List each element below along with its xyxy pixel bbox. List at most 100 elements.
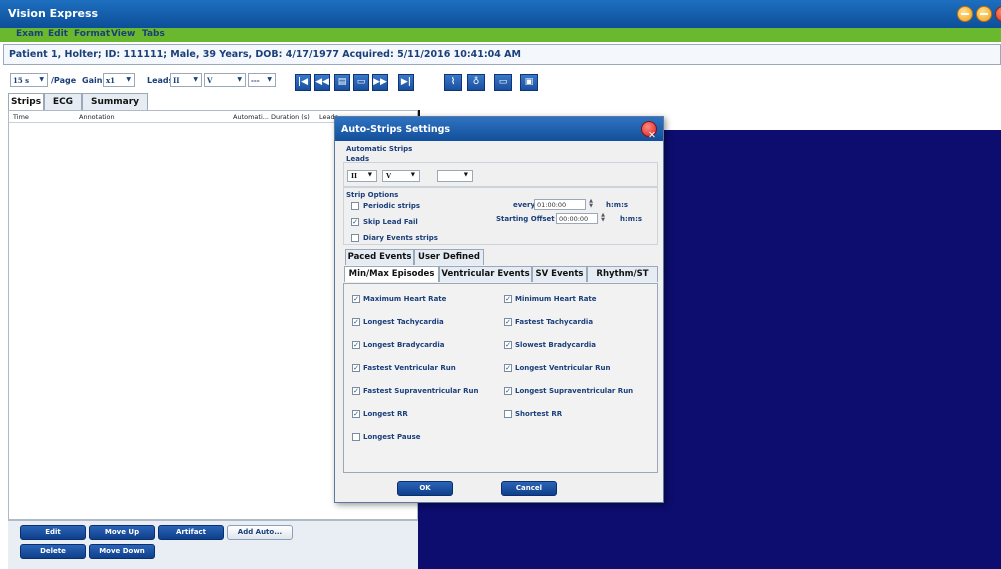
- episode-checkbox[interactable]: [504, 410, 512, 418]
- minimize-button[interactable]: [957, 6, 973, 22]
- every-unit-label: h:m:s: [606, 201, 629, 209]
- close-icon: ✕: [648, 130, 656, 141]
- starting-offset-label: Starting Offset: [496, 215, 555, 223]
- skip-lead-fail-label: Skip Lead Fail: [363, 218, 418, 226]
- calipers-icon: ♁: [472, 77, 480, 87]
- menu-exam[interactable]: Exam: [16, 29, 43, 39]
- episode-label: Longest Bradycardia: [363, 341, 445, 349]
- min-max-episodes-panel: ✓ Maximum Heart Rate ✓ Minimum Heart Rate ✓ L…: [343, 283, 658, 473]
- episode-checkbox[interactable]: ✓: [352, 341, 360, 349]
- diary-events-label: Diary Events strips: [363, 234, 438, 242]
- chevron-down-icon: ▼: [126, 76, 131, 83]
- spinner-icon[interactable]: ▲ ▼: [599, 213, 607, 224]
- dialog-lead-3-select[interactable]: ▼: [437, 170, 473, 182]
- lead-2-select[interactable]: V ▼: [204, 73, 246, 87]
- episode-label: Longest Supraventricular Run: [515, 387, 634, 395]
- episode-checkbox[interactable]: [352, 433, 360, 441]
- close-window-button[interactable]: [995, 6, 1001, 22]
- dialog-lead-1-select[interactable]: II ▼: [347, 170, 377, 182]
- page-view-button[interactable]: ▤: [334, 74, 350, 91]
- display-button[interactable]: ▭: [494, 74, 512, 91]
- print-button[interactable]: ▣: [520, 74, 538, 91]
- episode-label: Longest Ventricular Run: [515, 364, 611, 372]
- patient-info-bar: Patient 1, Holter; ID: 111111; Male, 39 …: [3, 44, 1001, 65]
- tab-user-defined[interactable]: User Defined: [414, 249, 484, 265]
- move-down-button[interactable]: Move Down: [89, 544, 155, 559]
- spinner-icon[interactable]: ▲ ▼: [587, 199, 595, 210]
- menu-tabs[interactable]: Tabs: [142, 29, 165, 39]
- tab-sv-events[interactable]: SV Events: [532, 266, 587, 282]
- menu-bar: Exam Edit Format View Tabs: [0, 28, 1001, 42]
- periodic-strips-checkbox[interactable]: [351, 202, 359, 210]
- tab-summary[interactable]: Summary: [82, 93, 148, 110]
- episode-checkbox[interactable]: ✓: [504, 387, 512, 395]
- tab-strips[interactable]: Strips: [8, 93, 44, 111]
- episode-label: Shortest RR: [515, 410, 563, 418]
- title-bar: Vision Express: [0, 0, 1001, 28]
- delete-button[interactable]: Delete: [20, 544, 86, 559]
- lead-1-select[interactable]: II ▼: [170, 73, 202, 87]
- tab-ecg[interactable]: ECG: [44, 93, 82, 110]
- episode-label: Longest Tachycardia: [363, 318, 444, 326]
- episode-checkbox[interactable]: ✓: [352, 410, 360, 418]
- maximize-button[interactable]: [976, 6, 992, 22]
- calipers-button[interactable]: ♁: [467, 74, 485, 91]
- episode-checkbox[interactable]: ✓: [352, 295, 360, 303]
- tab-paced-events[interactable]: Paced Events: [345, 249, 414, 265]
- episode-checkbox[interactable]: ✓: [504, 341, 512, 349]
- column-header-automatic[interactable]: Automati...: [233, 113, 269, 121]
- lead-3-select[interactable]: --- ▼: [248, 73, 276, 87]
- last-page-button[interactable]: ▶|: [398, 74, 414, 91]
- tab-min-max-episodes[interactable]: Min/Max Episodes: [344, 266, 439, 282]
- previous-page-button[interactable]: ◀◀: [314, 74, 330, 91]
- page-icon: ▤: [337, 77, 347, 87]
- fast-forward-icon: ▶▶: [373, 77, 387, 87]
- dialog-title: Auto-Strips Settings: [341, 124, 451, 135]
- episode-label: Fastest Supraventricular Run: [363, 387, 479, 395]
- column-header-annotation[interactable]: Annotation: [79, 113, 115, 121]
- tab-ventricular-events[interactable]: Ventricular Events: [439, 266, 532, 282]
- artifact-button[interactable]: Artifact: [158, 525, 224, 540]
- cancel-button[interactable]: Cancel: [501, 481, 557, 496]
- patient-info: Patient 1, Holter; ID: 111111; Male, 39 …: [9, 49, 521, 60]
- window-view-button[interactable]: ▭: [353, 74, 369, 91]
- gain-select[interactable]: x1 ▼: [103, 73, 135, 87]
- episode-checkbox[interactable]: ✓: [504, 318, 512, 326]
- episode-checkbox[interactable]: ✓: [352, 364, 360, 372]
- automatic-strips-heading: Automatic Strips: [346, 145, 413, 153]
- menu-view[interactable]: View: [111, 29, 135, 39]
- episode-checkbox[interactable]: ✓: [352, 387, 360, 395]
- dialog-title-bar: Auto-Strips Settings ✕: [335, 117, 663, 141]
- first-page-button[interactable]: |◀: [295, 74, 311, 91]
- chevron-down-icon: ▼: [193, 76, 198, 83]
- edit-button[interactable]: Edit: [20, 525, 86, 540]
- starting-offset-input[interactable]: 00:00:00 ▲ ▼: [556, 213, 605, 224]
- ok-button[interactable]: OK: [397, 481, 453, 496]
- dialog-lead-2-select[interactable]: V ▼: [382, 170, 420, 182]
- menu-edit[interactable]: Edit: [48, 29, 68, 39]
- next-page-button[interactable]: ▶▶: [372, 74, 388, 91]
- column-header-time[interactable]: Time: [13, 113, 29, 121]
- column-header-duration[interactable]: Duration (s): [271, 113, 310, 121]
- move-up-button[interactable]: Move Up: [89, 525, 155, 540]
- diary-events-checkbox[interactable]: [351, 234, 359, 242]
- tab-rhythm-st[interactable]: Rhythm/ST: [587, 266, 658, 282]
- episode-checkbox[interactable]: ✓: [352, 318, 360, 326]
- chevron-down-icon: ▼: [267, 76, 272, 83]
- page-duration-select[interactable]: 15 s ▼: [10, 73, 48, 87]
- gain-label: Gain: [82, 76, 103, 85]
- auto-strips-dialog: Auto-Strips Settings ✕ Automatic Strips …: [334, 116, 664, 503]
- chevron-down-icon: ▼: [367, 172, 372, 178]
- episode-checkbox[interactable]: ✓: [504, 295, 512, 303]
- menu-format[interactable]: Format: [74, 29, 110, 39]
- episode-checkbox[interactable]: ✓: [504, 364, 512, 372]
- ecg-view-button[interactable]: ⌇: [444, 74, 462, 91]
- skip-lead-fail-checkbox[interactable]: ✓: [351, 218, 359, 226]
- episode-label: Fastest Ventricular Run: [363, 364, 456, 372]
- add-auto-button[interactable]: Add Auto...: [227, 525, 293, 540]
- every-interval-input[interactable]: 01:00:00 ▲ ▼: [534, 199, 593, 210]
- printer-icon: ▣: [524, 77, 534, 87]
- episode-label: Slowest Bradycardia: [515, 341, 596, 349]
- periodic-strips-label: Periodic strips: [363, 202, 421, 210]
- dialog-close-button[interactable]: ✕: [641, 121, 657, 141]
